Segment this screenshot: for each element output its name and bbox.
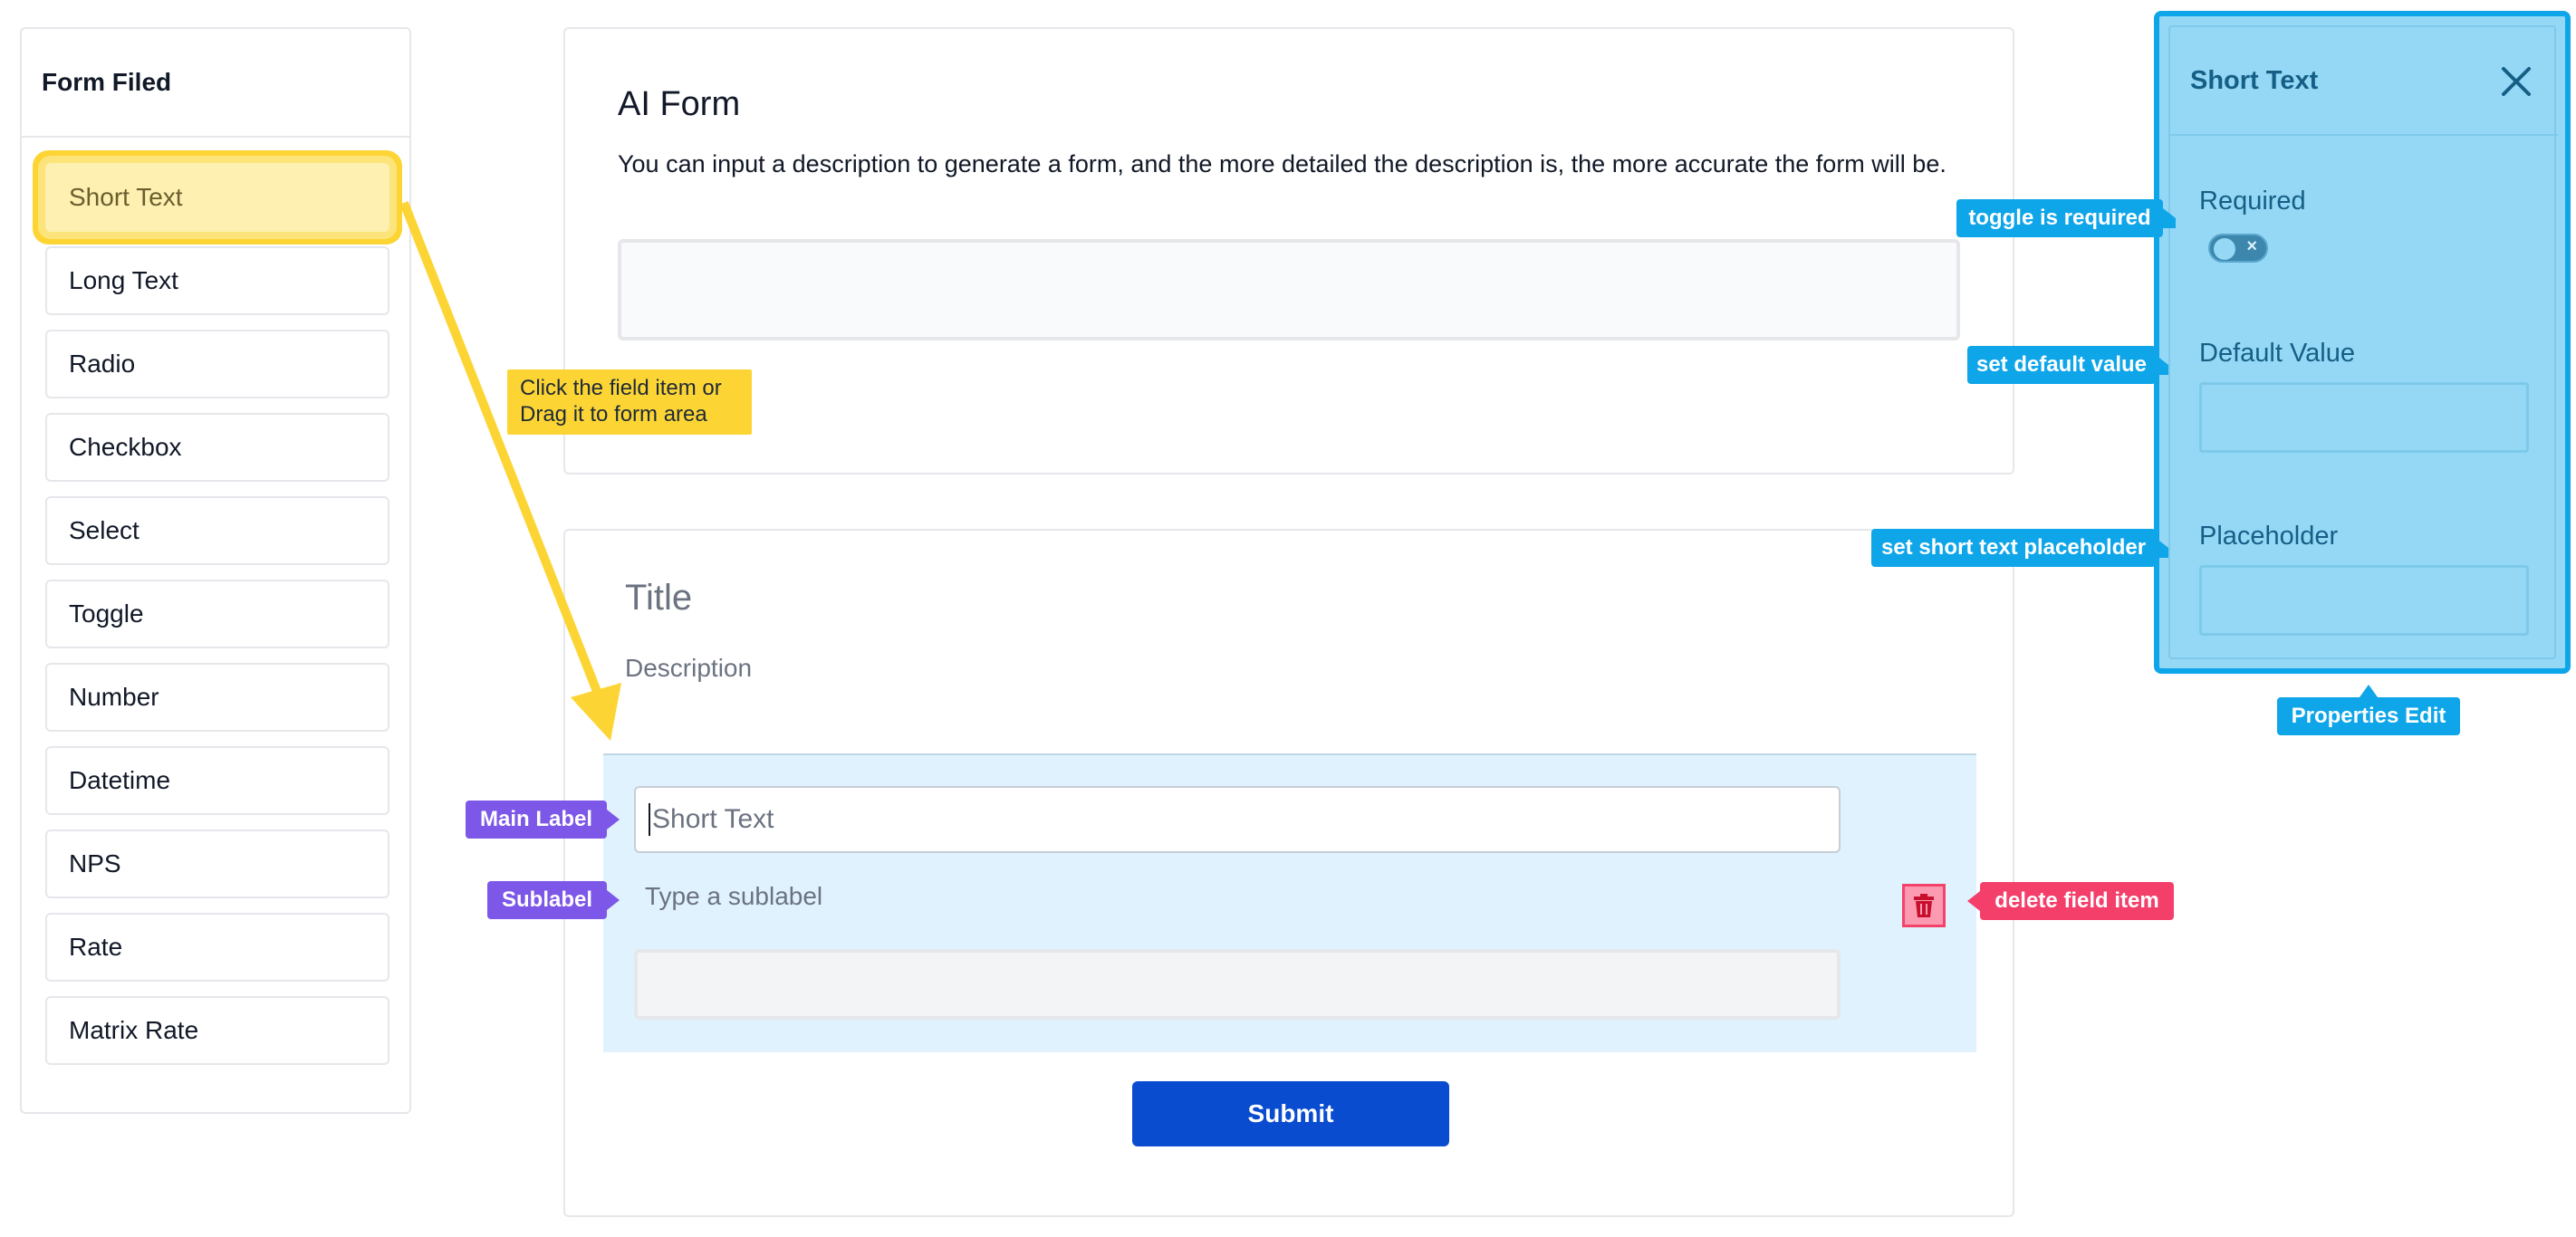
ai-form-title: AI Form <box>618 85 741 123</box>
form-description[interactable]: Description <box>625 654 752 683</box>
properties-panel: Short Text Required × Default Value Plac… <box>2154 11 2571 674</box>
trash-icon <box>1914 894 1934 917</box>
field-item-nps[interactable]: NPS <box>45 829 389 898</box>
required-toggle[interactable]: × <box>2208 234 2268 263</box>
form-title[interactable]: Title <box>625 578 692 618</box>
field-item-number[interactable]: Number <box>45 663 389 732</box>
default-value-input[interactable] <box>2199 382 2529 453</box>
callout-main-label: Main Label <box>466 801 620 839</box>
close-icon[interactable] <box>2500 65 2533 98</box>
short-text-answer-input[interactable] <box>634 949 1841 1020</box>
form-field-sidebar: Form Filed Short Text Long Text Radio Ch… <box>20 27 411 1114</box>
field-item-matrix-rate[interactable]: Matrix Rate <box>45 996 389 1065</box>
field-item-radio[interactable]: Radio <box>45 330 389 398</box>
placeholder-label: Placeholder <box>2199 522 2339 551</box>
callout-toggle-required: toggle is required <box>1956 199 2176 237</box>
sublabel-input[interactable]: Type a sublabel <box>645 882 822 911</box>
field-list: Short Text Long Text Radio Checkbox Sele… <box>45 163 389 1079</box>
field-item-rate[interactable]: Rate <box>45 913 389 982</box>
field-item-datetime[interactable]: Datetime <box>45 746 389 815</box>
field-item-long-text[interactable]: Long Text <box>45 246 389 315</box>
ai-form-card: AI Form You can input a description to g… <box>563 27 2014 475</box>
form-builder-card: Title Description Short Text Type a subl… <box>563 529 2014 1217</box>
placeholder-input[interactable] <box>2199 565 2529 636</box>
ai-form-description: You can input a description to generate … <box>618 150 1946 177</box>
field-item-short-text[interactable]: Short Text <box>45 163 389 232</box>
toggle-knob <box>2214 238 2235 260</box>
sidebar-title: Form Filed <box>22 29 409 138</box>
drag-instruction-note: Click the field item or Drag it to form … <box>507 369 752 435</box>
delete-field-button[interactable] <box>1902 884 1946 927</box>
callout-set-placeholder: set short text placeholder <box>1871 529 2168 567</box>
field-item-checkbox[interactable]: Checkbox <box>45 413 389 482</box>
toggle-off-icon: × <box>2246 236 2257 256</box>
callout-properties-edit: Properties Edit <box>2277 685 2460 735</box>
field-item-toggle[interactable]: Toggle <box>45 580 389 648</box>
default-value-label: Default Value <box>2199 339 2355 368</box>
submit-button[interactable]: Submit <box>1132 1081 1449 1146</box>
main-label-text: Short Text <box>652 804 774 834</box>
main-label-input[interactable]: Short Text <box>634 786 1841 853</box>
callout-sublabel: Sublabel <box>487 881 620 919</box>
ai-form-description-input[interactable] <box>618 239 1960 340</box>
required-label: Required <box>2199 187 2306 216</box>
short-text-field-block[interactable]: Short Text Type a sublabel <box>603 753 1976 1052</box>
field-item-select[interactable]: Select <box>45 496 389 565</box>
callout-delete-field-item: delete field item <box>1967 882 2174 920</box>
callout-set-default-value: set default value <box>1967 346 2168 384</box>
properties-inner: Short Text Required × Default Value Plac… <box>2168 25 2558 659</box>
